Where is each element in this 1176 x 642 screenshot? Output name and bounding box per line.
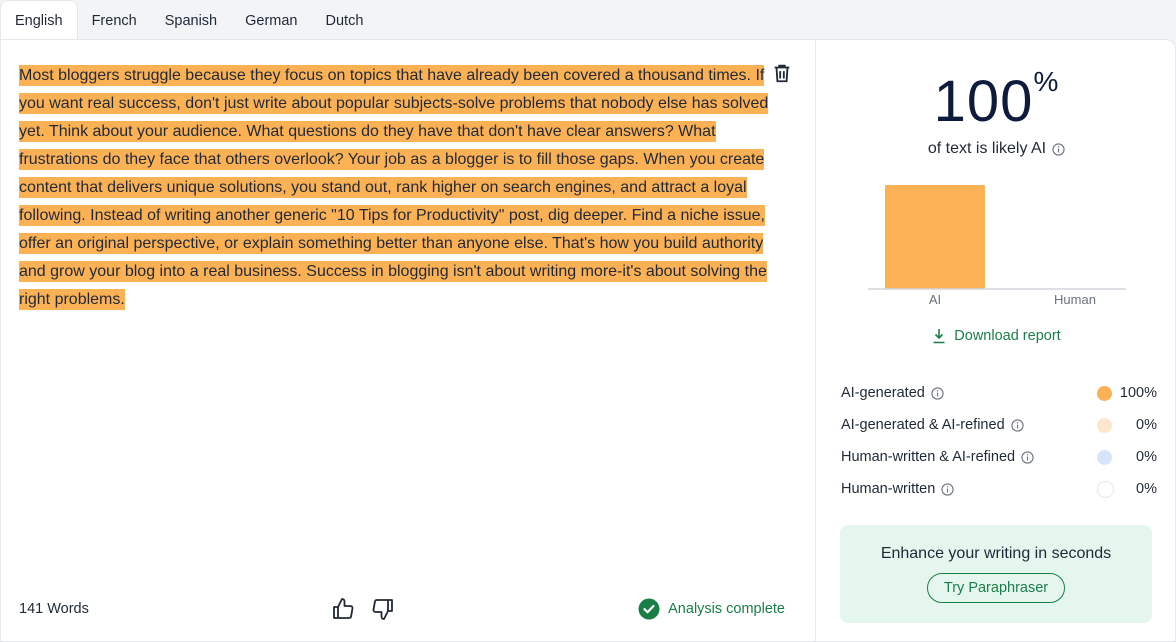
- status-text: Analysis complete: [668, 601, 785, 617]
- thumbs-up-icon[interactable]: [331, 597, 355, 621]
- breakdown-value: 0%: [1136, 417, 1157, 433]
- breakdown-value: 100%: [1119, 385, 1157, 401]
- paraphraser-promo: Enhance your writing in seconds Try Para…: [840, 525, 1152, 623]
- breakdown-value: 0%: [1136, 481, 1157, 497]
- promo-title: Enhance your writing in seconds: [880, 545, 1112, 562]
- subtitle-text: of text is likely AI: [927, 140, 1047, 157]
- tab-german[interactable]: German: [231, 2, 311, 40]
- info-icon[interactable]: [1052, 142, 1065, 156]
- input-footer: 141 Words Analysis complete: [19, 595, 785, 623]
- trash-icon[interactable]: [771, 62, 793, 84]
- info-icon[interactable]: [1011, 418, 1024, 432]
- breakdown-label-wrap: Human-written & AI-refined: [841, 449, 1034, 465]
- breakdown-list: AI-generated 100% AI-generated & AI-refine…: [841, 377, 1157, 505]
- legend-dot: [1097, 449, 1112, 465]
- check-circle-icon: [638, 598, 660, 620]
- breakdown-label-wrap: AI-generated & AI-refined: [841, 417, 1024, 433]
- word-count: 141 Words: [19, 601, 89, 617]
- ai-highlight: Most bloggers struggle because they focu…: [19, 65, 769, 310]
- legend-dot: [1097, 417, 1112, 433]
- ai-percentage: 100%: [816, 65, 1176, 135]
- breakdown-label: Human-written & AI-refined: [841, 449, 1016, 465]
- input-panel: Most bloggers struggle because they focu…: [1, 40, 816, 641]
- breakdown-label-wrap: Human-written: [841, 481, 954, 497]
- analyzed-text[interactable]: Most bloggers struggle because they focu…: [19, 62, 769, 314]
- download-icon: [933, 329, 945, 344]
- detector-card: Most bloggers struggle because they focu…: [0, 39, 1176, 642]
- breakdown-label: AI-generated: [841, 385, 925, 401]
- feedback-buttons: [331, 597, 395, 621]
- breakdown-value: 0%: [1136, 449, 1157, 465]
- info-icon[interactable]: [931, 386, 944, 400]
- try-paraphraser-button[interactable]: Try Paraphraser: [926, 573, 1066, 603]
- breakdown-label: Human-written: [841, 481, 936, 497]
- results-panel: 100% of text is likely AI AI Human Downlo…: [816, 40, 1176, 641]
- download-label: Download report: [954, 328, 1061, 344]
- info-icon[interactable]: [1021, 450, 1034, 464]
- result-subtitle: of text is likely AI: [816, 140, 1176, 158]
- tab-spanish[interactable]: Spanish: [151, 2, 231, 40]
- breakdown-row: Human-written 0%: [841, 473, 1157, 505]
- tab-french[interactable]: French: [78, 2, 151, 40]
- breakdown-row: AI-generated & AI-refined 0%: [841, 409, 1157, 441]
- info-icon[interactable]: [941, 482, 954, 496]
- language-tabs: English French Spanish German Dutch: [0, 0, 377, 40]
- breakdown-row: Human-written & AI-refined 0%: [841, 441, 1157, 473]
- breakdown-row: AI-generated 100%: [841, 377, 1157, 409]
- breakdown-label: AI-generated & AI-refined: [841, 417, 1005, 433]
- legend-dot: [1097, 480, 1114, 498]
- download-report-link[interactable]: Download report: [816, 328, 1176, 344]
- breakdown-label-wrap: AI-generated: [841, 385, 944, 401]
- analysis-status: Analysis complete: [638, 595, 785, 623]
- ai-human-bar-chart: AI Human: [868, 185, 1126, 307]
- x-tick-label-human: Human: [1054, 292, 1096, 307]
- tab-dutch[interactable]: Dutch: [312, 2, 378, 40]
- thumbs-down-icon[interactable]: [371, 597, 395, 621]
- percent-value: 100: [933, 69, 1034, 134]
- bar-ai: [885, 185, 985, 289]
- percent-sign: %: [1033, 65, 1060, 97]
- legend-dot: [1097, 385, 1112, 401]
- tab-english[interactable]: English: [0, 0, 78, 40]
- x-tick-label-ai: AI: [929, 292, 941, 307]
